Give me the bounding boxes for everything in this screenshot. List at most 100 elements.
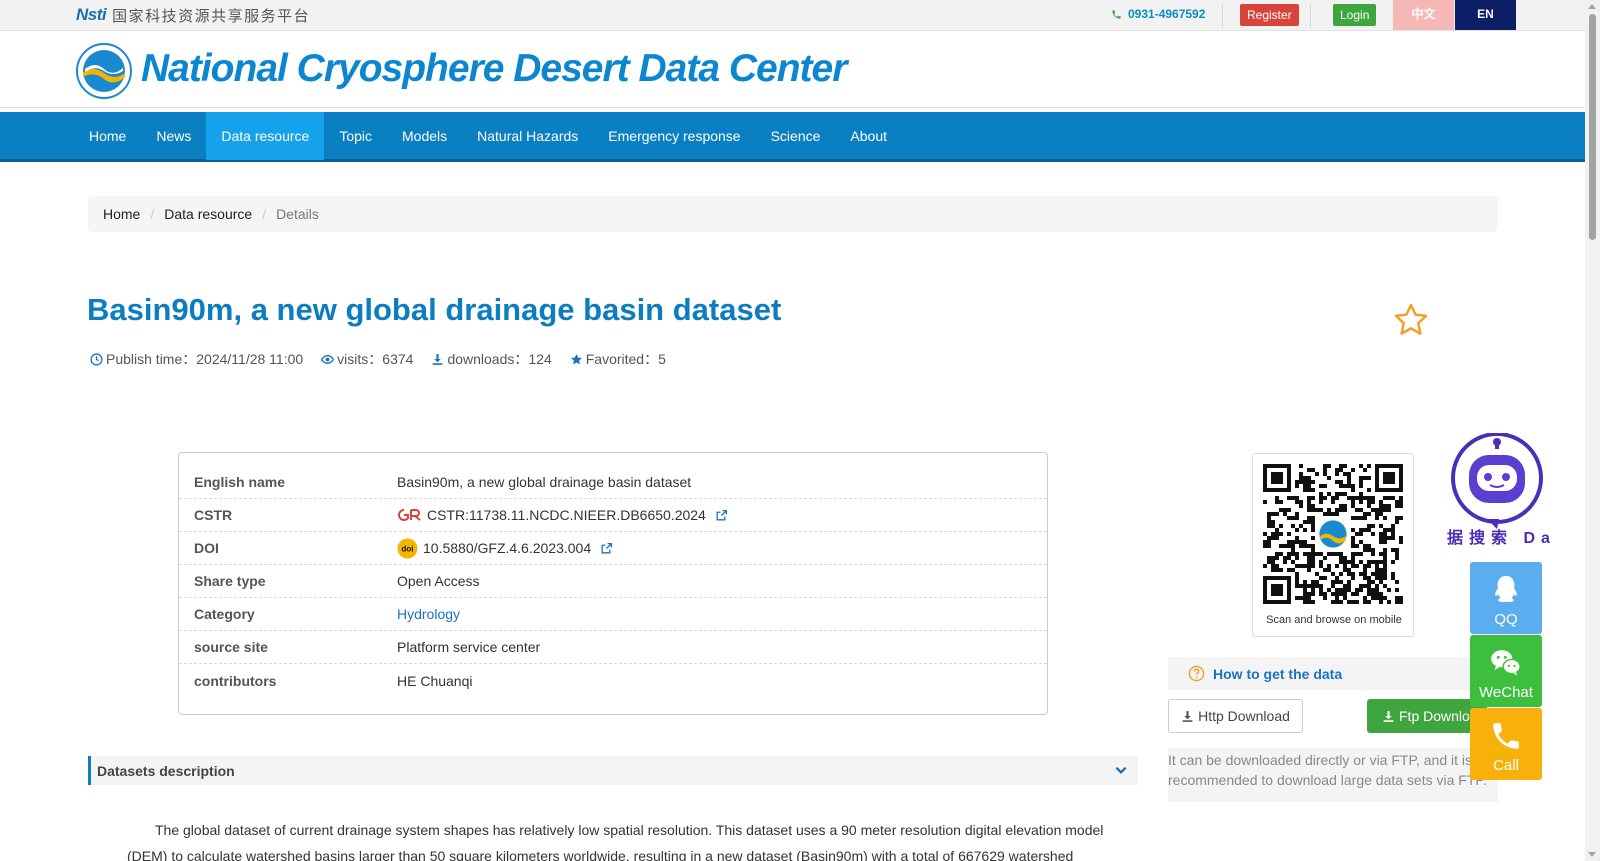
question-icon	[1188, 665, 1205, 682]
info-row-category: Category Hydrology	[179, 598, 1047, 631]
phone-number: 0931-4967592	[1128, 7, 1206, 21]
info-label: contributors	[194, 672, 277, 689]
page-scrollbar[interactable]	[1585, 0, 1600, 861]
info-value: HE Chuanqi	[397, 673, 473, 689]
robot-assistant-icon[interactable]	[1447, 433, 1547, 533]
robot-label: 据搜索 Da	[1447, 530, 1556, 547]
cstr-logo-icon	[398, 509, 421, 521]
breadcrumb-home[interactable]: Home	[103, 206, 140, 222]
info-value: CSTR:11738.11.NCDC.NIEER.DB6650.2024	[397, 507, 728, 523]
info-label: English name	[194, 474, 286, 490]
meta-favorited: Favorited：5	[570, 349, 666, 369]
download-icon	[1383, 710, 1394, 722]
info-label: source site	[194, 639, 268, 655]
downloads-text: downloads：124	[447, 351, 552, 367]
nav-natural-hazards[interactable]: Natural Hazards	[462, 112, 593, 160]
info-label: CSTR	[194, 507, 233, 523]
info-row-share-type: Share type Open Access	[179, 565, 1047, 598]
register-button[interactable]: Register	[1240, 4, 1299, 26]
float-call-label: Call	[1493, 757, 1519, 774]
lang-english-button[interactable]: EN	[1455, 0, 1516, 30]
scroll-up-arrow-icon[interactable]	[1588, 4, 1596, 9]
scroll-down-arrow-icon[interactable]	[1588, 852, 1596, 857]
scroll-thumb[interactable]	[1589, 14, 1596, 240]
cstr-value[interactable]: CSTR:11738.11.NCDC.NIEER.DB6650.2024	[427, 507, 706, 523]
qr-caption: Scan and browse on mobile	[1266, 614, 1402, 626]
phone-icon	[1112, 9, 1121, 19]
info-row-doi: DOI doi 10.5880/GFZ.4.6.2023.004	[179, 532, 1047, 565]
info-value: Basin90m, a new global drainage basin da…	[397, 474, 691, 490]
dataset-info-table: English name Basin90m, a new global drai…	[178, 452, 1048, 715]
nav-home[interactable]: Home	[74, 112, 141, 160]
site-title[interactable]: National Cryosphere Desert Data Center	[141, 47, 847, 91]
ftp-download-button[interactable]: Ftp Download	[1367, 699, 1487, 733]
wechat-icon	[1491, 650, 1521, 676]
info-row-source-site: source site Platform service center	[179, 631, 1047, 664]
info-value: Open Access	[397, 573, 480, 589]
favorite-star-icon[interactable]	[1392, 301, 1430, 339]
http-download-button[interactable]: Http Download	[1168, 699, 1303, 733]
nav-science[interactable]: Science	[756, 112, 836, 160]
float-qq-button[interactable]: QQ	[1470, 562, 1542, 634]
nsti-logo[interactable]: Nsti 国家科技资源共享服务平台	[76, 4, 310, 26]
doi-value[interactable]: 10.5880/GFZ.4.6.2023.004	[423, 540, 591, 556]
float-call-button[interactable]: Call	[1470, 708, 1542, 780]
site-header: National Cryosphere Desert Data Center	[0, 31, 1585, 108]
description-heading: Datasets description	[97, 762, 235, 779]
nav-about[interactable]: About	[835, 112, 902, 160]
info-row-english-name: English name Basin90m, a new global drai…	[179, 466, 1047, 499]
chevron-down-icon[interactable]	[1114, 763, 1128, 777]
breadcrumb-divider: /	[262, 206, 267, 222]
description-text: The global dataset of current drainage s…	[127, 822, 1104, 861]
main-nav: Home News Data resource Topic Models Nat…	[0, 112, 1585, 162]
nav-news[interactable]: News	[141, 112, 206, 160]
info-value: Platform service center	[397, 639, 540, 655]
qq-icon	[1495, 575, 1517, 603]
site-logo-icon[interactable]	[76, 43, 132, 99]
nav-models[interactable]: Models	[387, 112, 462, 160]
nav-emergency-response[interactable]: Emergency response	[593, 112, 755, 160]
eye-icon	[321, 354, 335, 364]
topbar-divider	[1310, 4, 1311, 28]
info-label: Category	[194, 606, 255, 622]
breadcrumb-divider: /	[150, 206, 155, 222]
breadcrumb: Home / Data resource / Details	[88, 196, 1498, 232]
download-icon	[433, 353, 443, 365]
page-title: Basin90m, a new global drainage basin da…	[87, 292, 782, 327]
phone-icon	[1493, 723, 1519, 749]
source-site-value: Platform service center	[397, 639, 541, 655]
meta-publish-time: Publish time：2024/11/28 11:00	[90, 349, 303, 369]
nav-data-resource[interactable]: Data resource	[206, 112, 325, 160]
meta-downloads: downloads：124	[431, 349, 552, 369]
float-qq-label: QQ	[1494, 611, 1518, 628]
contributors-value: HE Chuanqi	[397, 672, 473, 689]
download-note: It can be downloaded directly or via FTP…	[1168, 748, 1498, 802]
qr-code-icon	[1263, 464, 1403, 604]
info-value: Hydrology	[397, 606, 460, 622]
how-to-get-data[interactable]: How to get the data	[1168, 657, 1498, 690]
howto-label: How to get the data	[1213, 665, 1343, 682]
login-button[interactable]: Login	[1333, 4, 1377, 26]
star-icon	[570, 353, 582, 364]
category-link[interactable]: Hydrology	[397, 606, 460, 622]
info-value: doi 10.5880/GFZ.4.6.2023.004	[397, 538, 613, 559]
lang-chinese-button[interactable]: 中文	[1393, 0, 1454, 30]
visits-text: visits：6374	[337, 351, 414, 367]
clock-icon	[90, 352, 103, 366]
external-link-icon[interactable]	[715, 509, 728, 522]
float-wechat-label: WeChat	[1479, 684, 1533, 701]
info-row-cstr: CSTR CSTR:11738.11.NCDC.NIEER.DB6650.202…	[179, 499, 1047, 532]
nav-topic[interactable]: Topic	[324, 112, 387, 160]
info-label: Share type	[194, 573, 266, 589]
nsti-logo-mark: Nsti	[76, 5, 107, 24]
phone-contact: 0931-4967592	[1111, 7, 1205, 21]
meta-visits: visits：6374	[321, 349, 413, 369]
platform-name: 国家科技资源共享服务平台	[112, 6, 311, 25]
datasets-description-header[interactable]: Datasets description	[88, 756, 1138, 785]
breadcrumb-data-resource[interactable]: Data resource	[164, 206, 252, 222]
external-link-icon[interactable]	[600, 542, 613, 555]
download-icon	[1182, 710, 1193, 722]
float-wechat-button[interactable]: WeChat	[1470, 635, 1542, 707]
svg-text:doi: doi	[402, 544, 414, 553]
english-name-value: Basin90m, a new global drainage basin da…	[397, 474, 692, 490]
